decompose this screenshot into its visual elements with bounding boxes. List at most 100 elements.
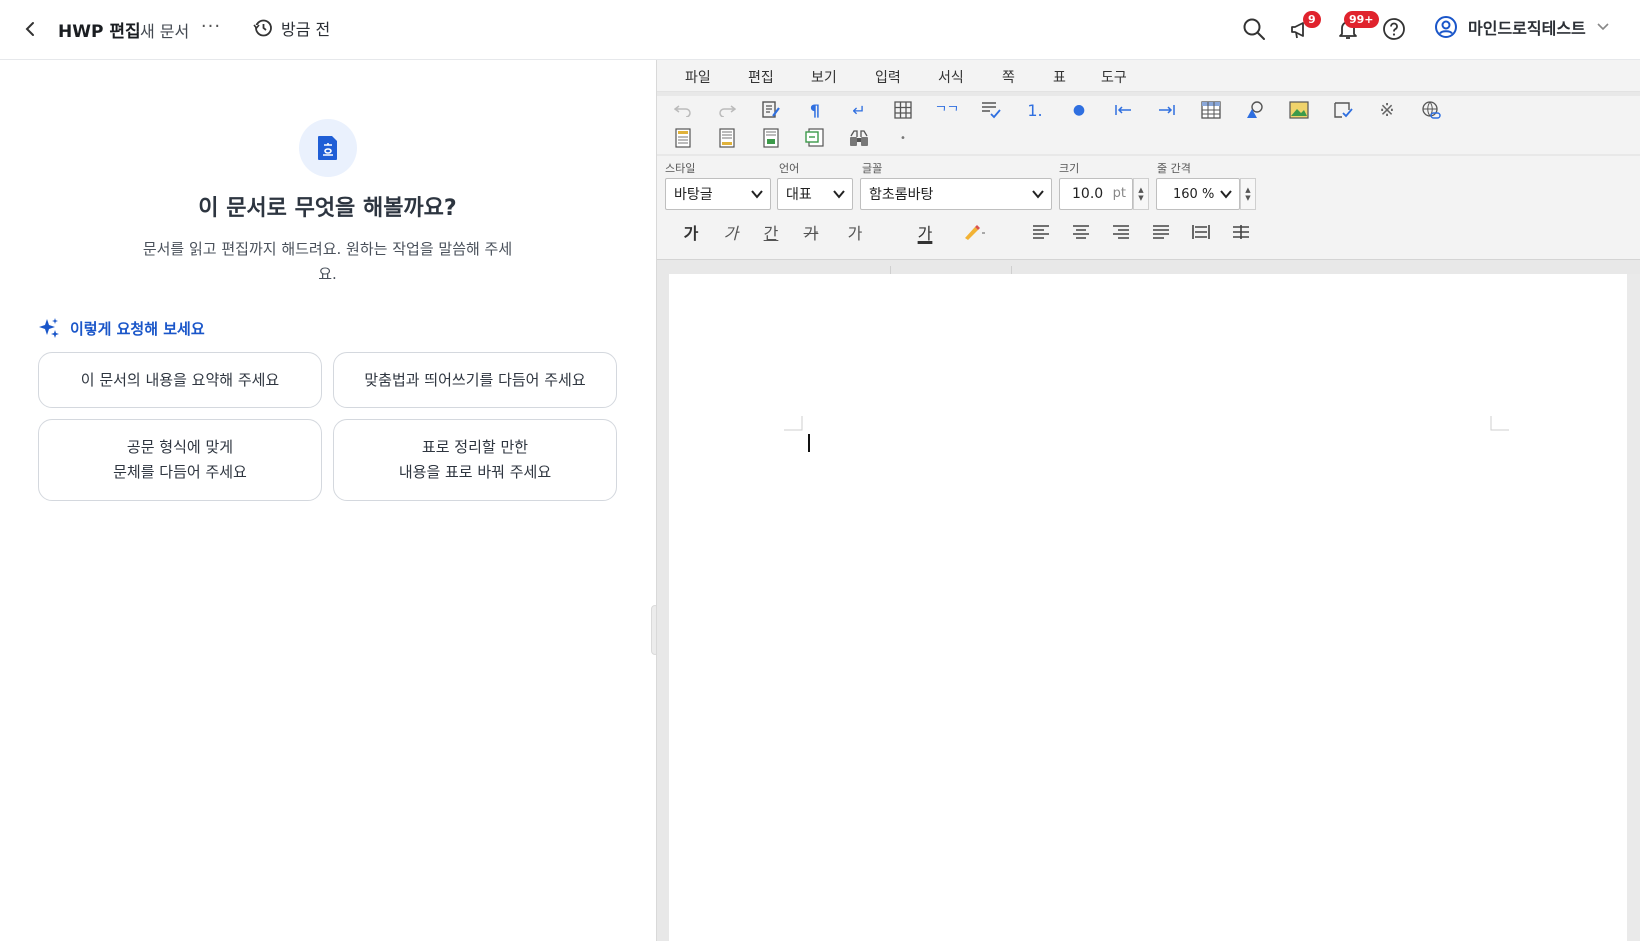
suggestion-chip-to-table[interactable]: 표로 정리할 만한 내용을 표로 바꿔 주세요 — [333, 419, 617, 501]
shapes-icon[interactable] — [1241, 96, 1269, 124]
insert-image-icon[interactable] — [1285, 96, 1313, 124]
align-center-icon[interactable] — [1067, 218, 1095, 246]
italic-button[interactable]: 가 — [717, 218, 745, 246]
toolbar-row-2: • — [657, 124, 1640, 154]
symbol-icon[interactable]: ※ — [1373, 96, 1401, 124]
line-spacing-stepper[interactable]: ▲ ▼ — [1240, 178, 1256, 210]
notification-badge: 99+ — [1344, 11, 1379, 28]
underline-button[interactable]: 간 — [757, 218, 785, 246]
style-value: 바탕글 — [674, 187, 713, 203]
notification-bell-icon[interactable]: 99+ — [1334, 11, 1379, 43]
suggestion-chip-official-style[interactable]: 공문 형식에 맞게 문체를 다듬어 주세요 — [38, 419, 322, 501]
sparkle-icon — [39, 318, 59, 338]
suggestion-label: 이렇게 요청해 보세요 — [70, 319, 205, 338]
language-select[interactable]: 대표 — [777, 178, 853, 210]
chevron-down-icon — [1032, 190, 1044, 199]
line-spacing-select[interactable]: 160 % — [1156, 178, 1240, 210]
format-bar: 스타일 언어 글꼴 크기 줄 간격 바탕글 대표 함초롬바탕 10.0 pt ▲… — [657, 156, 1640, 302]
history-icon — [253, 19, 272, 37]
menu-page[interactable]: 쪽 — [1002, 67, 1015, 87]
assistant-panel: 이 문서로 무엇을 해볼까요? 문서를 읽고 편집까지 해드려요. 원하는 작업… — [0, 60, 655, 941]
line-break-icon[interactable]: ↵ — [845, 96, 873, 124]
font-size-input[interactable]: 10.0 pt — [1059, 178, 1133, 210]
increase-indent-icon[interactable] — [1153, 96, 1181, 124]
font-value: 함초롬바탕 — [869, 187, 934, 203]
style-label: 스타일 — [665, 162, 696, 175]
menu-insert[interactable]: 입력 — [875, 67, 901, 87]
help-icon[interactable] — [1380, 15, 1408, 43]
font-size-stepper[interactable]: ▲ ▼ — [1133, 178, 1149, 210]
spellcheck-icon[interactable] — [977, 96, 1005, 124]
language-label: 언어 — [779, 162, 800, 175]
strikethrough-button[interactable]: 가 — [797, 218, 825, 246]
toolbar-overflow-icon[interactable]: • — [889, 124, 917, 152]
more-options-button[interactable]: ··· — [200, 16, 222, 40]
bullet-icon[interactable]: ● — [1065, 96, 1093, 124]
back-chevron-icon[interactable] — [18, 17, 42, 41]
size-label: 크기 — [1059, 162, 1080, 175]
char-style-icon[interactable]: ᄀᄀ — [933, 96, 961, 124]
menu-format[interactable]: 서식 — [938, 67, 964, 87]
user-avatar-icon — [1435, 16, 1457, 38]
suggestion-chip-summarize[interactable]: 이 문서의 내용을 요약해 주세요 — [38, 352, 322, 408]
document-page[interactable] — [669, 274, 1627, 941]
redo-icon[interactable] — [713, 96, 741, 124]
distribute-icon[interactable] — [1187, 218, 1215, 246]
justify-icon[interactable] — [1147, 218, 1175, 246]
line-spacing-value: 160 % — [1173, 186, 1215, 202]
announcement-badge: 9 — [1303, 11, 1321, 28]
announcement-megaphone-icon[interactable]: 9 — [1287, 11, 1321, 43]
menu-tools[interactable]: 도구 — [1101, 67, 1127, 87]
menu-view[interactable]: 보기 — [811, 67, 837, 87]
menu-edit[interactable]: 편집 — [748, 67, 774, 87]
toolbar-row-1: ¶ ↵ ᄀᄀ 1. ● ※ — [657, 96, 1640, 126]
decrease-indent-icon[interactable] — [1109, 96, 1137, 124]
divide-align-icon[interactable] — [1227, 218, 1255, 246]
history-label: 방금 전 — [281, 20, 331, 39]
language-value: 대표 — [786, 187, 812, 203]
search-icon[interactable] — [1240, 15, 1268, 43]
font-color-button[interactable]: 가 — [907, 218, 943, 246]
hwp-editor: 파일 편집 보기 입력 서식 쪽 표 도구 ¶ ↵ ᄀᄀ 1. ● ※ • 스타… — [656, 60, 1640, 941]
bold-button[interactable]: 가 — [677, 218, 705, 246]
user-menu[interactable]: 마인드로직테스트 — [1434, 15, 1610, 39]
align-left-icon[interactable] — [1027, 218, 1055, 246]
superscript-button[interactable]: 가 — [841, 218, 869, 246]
chevron-down-icon — [1597, 23, 1609, 31]
memo-icon[interactable] — [1329, 96, 1357, 124]
numbering-icon[interactable]: 1. — [1021, 96, 1049, 124]
align-right-icon[interactable] — [1107, 218, 1135, 246]
paragraph-mark-icon[interactable]: ¶ — [801, 96, 829, 124]
page-footer-icon[interactable] — [713, 124, 741, 152]
date-field-icon[interactable] — [801, 124, 829, 152]
font-label: 글꼴 — [862, 162, 883, 175]
line-spacing-label: 줄 간격 — [1157, 162, 1191, 175]
chevron-down-icon — [833, 190, 845, 199]
menu-bar: 파일 편집 보기 입력 서식 쪽 표 도구 — [657, 60, 1640, 92]
hyperlink-icon[interactable] — [1417, 96, 1445, 124]
undo-icon[interactable] — [669, 96, 697, 124]
edit-pen-icon[interactable] — [757, 96, 785, 124]
page-number-icon[interactable] — [757, 124, 785, 152]
text-cursor — [808, 434, 810, 452]
document-name[interactable]: 새 문서 — [140, 18, 189, 42]
page-header-icon[interactable] — [669, 124, 697, 152]
menu-file[interactable]: 파일 — [685, 67, 711, 87]
document-hero-icon — [299, 119, 357, 177]
margin-corner-mark — [784, 416, 803, 431]
app-title: HWP 편집 — [58, 22, 141, 42]
menu-table[interactable]: 표 — [1053, 67, 1066, 87]
chevron-down-icon — [751, 190, 763, 199]
table-grid-icon[interactable] — [889, 96, 917, 124]
font-select[interactable]: 함초롬바탕 — [860, 178, 1052, 210]
highlight-pen-icon[interactable] — [957, 218, 993, 246]
find-binoculars-icon[interactable] — [845, 124, 873, 152]
user-name: 마인드로직테스트 — [1468, 19, 1586, 38]
editor-scrollbar[interactable] — [1627, 274, 1640, 941]
style-select[interactable]: 바탕글 — [665, 178, 771, 210]
history-button[interactable]: 방금 전 — [253, 16, 330, 40]
assistant-heading: 이 문서로 무엇을 해볼까요? — [198, 196, 457, 221]
assistant-description: 문서를 읽고 편집까지 해드려요. 원하는 작업을 말씀해 주세요. — [142, 240, 513, 283]
suggestion-chip-spellcheck[interactable]: 맞춤법과 띄어쓰기를 다듬어 주세요 — [333, 352, 617, 408]
insert-table-icon[interactable] — [1197, 96, 1225, 124]
